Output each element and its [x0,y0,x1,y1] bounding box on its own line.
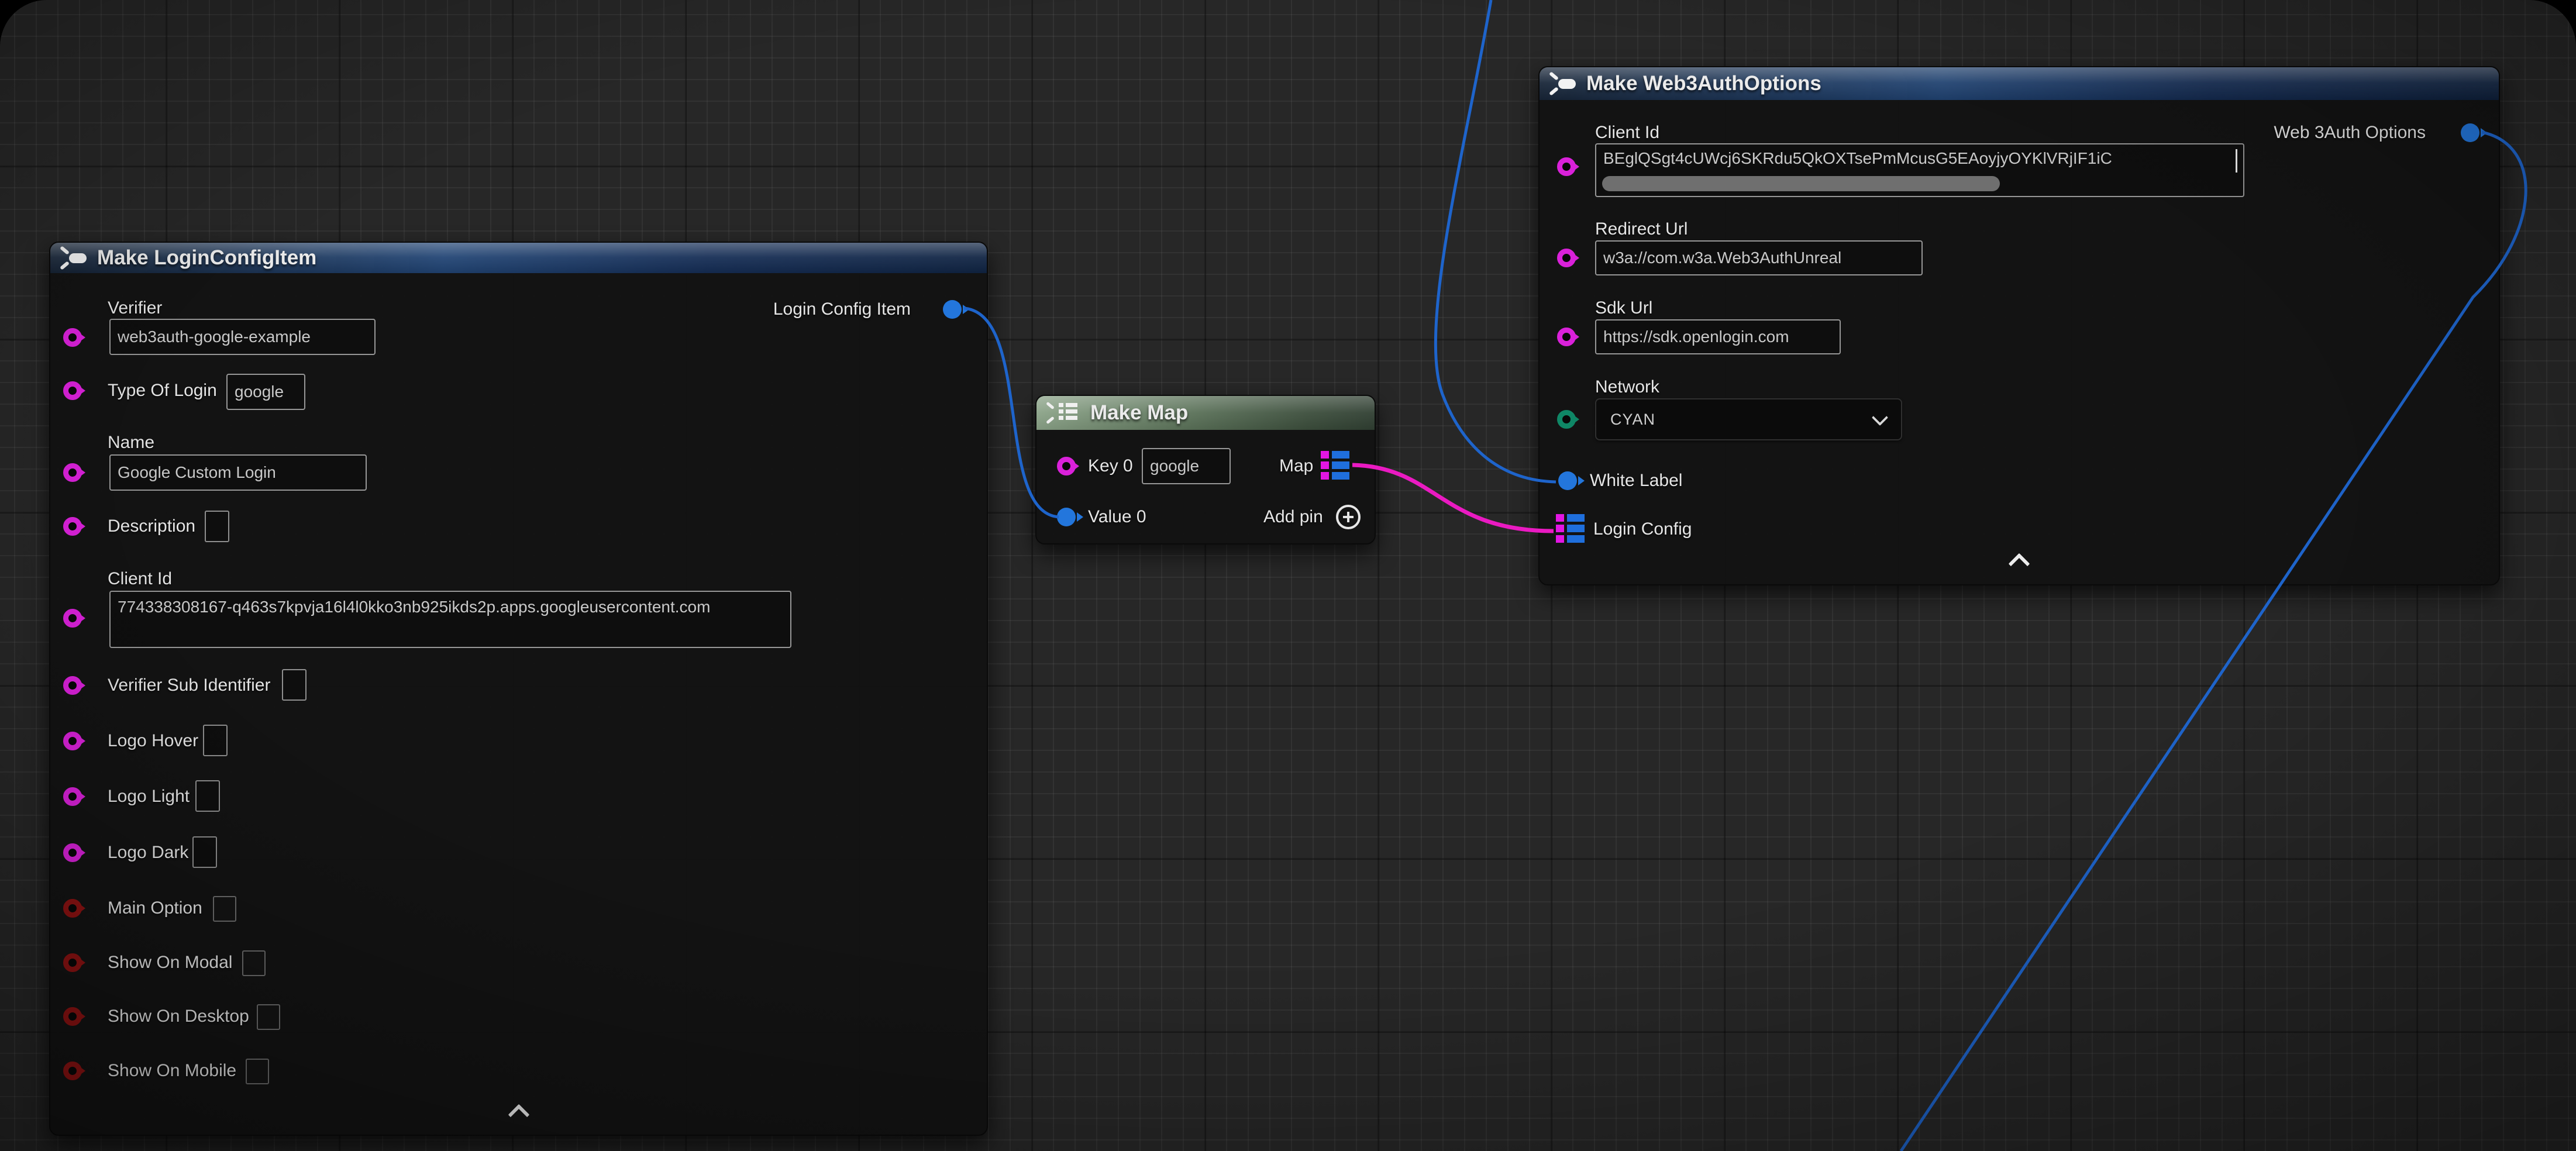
input-pin-white-label[interactable] [1558,471,1577,490]
pin-label-verifier-sub-identifier: Verifier Sub Identifier [108,676,270,695]
input-pin-login-config[interactable] [1556,514,1585,543]
output-pin-login-config-item[interactable] [943,300,962,319]
text-cursor [2236,149,2237,173]
output-pin-label: Login Config Item [773,299,911,319]
input-pin-value0[interactable] [1057,508,1076,526]
input-pin-verifier[interactable] [63,328,82,347]
output-pin-web3auth-options[interactable] [2461,123,2479,142]
pin-label-verifier: Verifier [108,298,162,318]
logo-hover-input[interactable] [203,725,228,756]
pin-label-logo-dark: Logo Dark [108,843,188,863]
description-input[interactable] [205,511,229,542]
node-make-map[interactable]: Make Map Key 0 google Map Value 0 Add pi… [1035,395,1376,545]
input-pin-type-of-login[interactable] [63,381,82,400]
pin-label-login-config: Login Config [1593,519,1692,539]
input-pin-show-on-mobile[interactable] [63,1062,82,1080]
pin-label-show-on-desktop: Show On Desktop [108,1007,249,1026]
pin-label-client-id: Client Id [1595,123,1659,143]
network-dropdown[interactable]: CYAN [1595,398,1902,440]
collapse-node-button[interactable] [2009,553,2030,575]
client-id-text: BEglQSgt4cUWcj6SKRdu5QkOXTsePmMcusG5EAoy… [1603,149,2112,168]
node-title: Make Map [1090,401,1188,425]
node-header[interactable]: Make Web3AuthOptions [1540,67,2499,100]
collapse-node-button[interactable] [508,1104,529,1126]
show-on-modal-checkbox[interactable] [242,950,266,976]
input-pin-logo-light[interactable] [63,787,82,806]
pin-label-network: Network [1595,377,1659,397]
input-pin-name[interactable] [63,463,82,482]
add-pin-button[interactable] [1336,505,1361,529]
verifier-input[interactable]: web3auth-google-example [109,319,376,355]
add-pin-label: Add pin [1263,507,1323,527]
show-on-mobile-checkbox[interactable] [246,1059,269,1084]
make-struct-icon [60,246,89,270]
pin-label-name: Name [108,433,154,453]
input-pin-sdk-url[interactable] [1557,328,1576,346]
pin-label-description: Description [108,516,195,536]
network-selected-value: CYAN [1610,411,1655,429]
node-header[interactable]: Make Map [1036,396,1375,430]
input-pin-verifier-sub-identifier[interactable] [63,676,82,695]
key0-input[interactable]: google [1142,448,1231,484]
node-make-loginconfigitem[interactable]: Make LoginConfigItem Login Config Item V… [49,242,988,1136]
pin-label-sdk-url: Sdk Url [1595,298,1652,318]
input-pin-client-id[interactable] [63,609,82,628]
input-pin-logo-dark[interactable] [63,843,82,862]
verifier-sub-identifier-input[interactable] [282,669,306,701]
chevron-down-icon [1872,409,1888,426]
logo-light-input[interactable] [195,780,220,812]
client-id-input[interactable]: BEglQSgt4cUWcj6SKRdu5QkOXTsePmMcusG5EAoy… [1595,143,2244,197]
node-header[interactable]: Make LoginConfigItem [50,243,987,273]
output-pin-label: Web 3Auth Options [2274,123,2426,143]
node-make-web3authoptions[interactable]: Make Web3AuthOptions Web 3Auth Options C… [1538,66,2500,585]
blueprint-editor: Make LoginConfigItem Login Config Item V… [0,0,2576,1151]
client-id-scrollbar[interactable] [1602,176,2000,191]
graph-canvas[interactable]: Make LoginConfigItem Login Config Item V… [0,0,2576,1151]
logo-dark-input[interactable] [192,836,217,868]
type-of-login-input[interactable]: google [226,374,305,410]
sdk-url-input[interactable]: https://sdk.openlogin.com [1595,319,1841,354]
pin-label-show-on-modal: Show On Modal [108,953,232,973]
pin-label-white-label: White Label [1590,471,1682,491]
show-on-desktop-checkbox[interactable] [257,1004,280,1030]
make-map-icon [1046,401,1079,425]
name-input[interactable]: Google Custom Login [109,454,367,491]
pin-label-redirect-url: Redirect Url [1595,219,1688,239]
input-pin-show-on-desktop[interactable] [63,1007,82,1026]
input-pin-show-on-modal[interactable] [63,953,82,972]
input-pin-redirect-url[interactable] [1557,249,1576,267]
pin-label-key0: Key 0 [1088,456,1133,476]
pin-label-type-of-login: Type Of Login [108,381,217,401]
pin-label-show-on-mobile: Show On Mobile [108,1061,236,1081]
make-struct-icon [1549,72,1578,95]
input-pin-logo-hover[interactable] [63,732,82,750]
input-pin-network[interactable] [1557,410,1576,429]
pin-label-logo-light: Logo Light [108,787,190,807]
input-pin-main-option[interactable] [63,899,82,918]
main-option-checkbox[interactable] [213,896,236,922]
node-title: Make LoginConfigItem [97,246,316,270]
client-id-input[interactable]: 774338308167-q463s7kpvja16l4l0kko3nb925i… [109,591,791,648]
pin-label-main-option: Main Option [108,898,202,918]
wire-map-to-loginconfig[interactable] [1352,465,1554,531]
input-pin-description[interactable] [63,517,82,536]
input-pin-key0[interactable] [1057,457,1076,475]
redirect-url-input[interactable]: w3a://com.w3a.Web3AuthUnreal [1595,240,1923,275]
pin-label-value0: Value 0 [1088,507,1146,527]
output-pin-label-map: Map [1279,456,1313,476]
pin-label-logo-hover: Logo Hover [108,731,198,751]
pin-label-client-id: Client Id [108,569,172,589]
input-pin-client-id[interactable] [1557,157,1576,176]
node-title: Make Web3AuthOptions [1586,72,1821,95]
output-pin-map[interactable] [1321,451,1349,480]
